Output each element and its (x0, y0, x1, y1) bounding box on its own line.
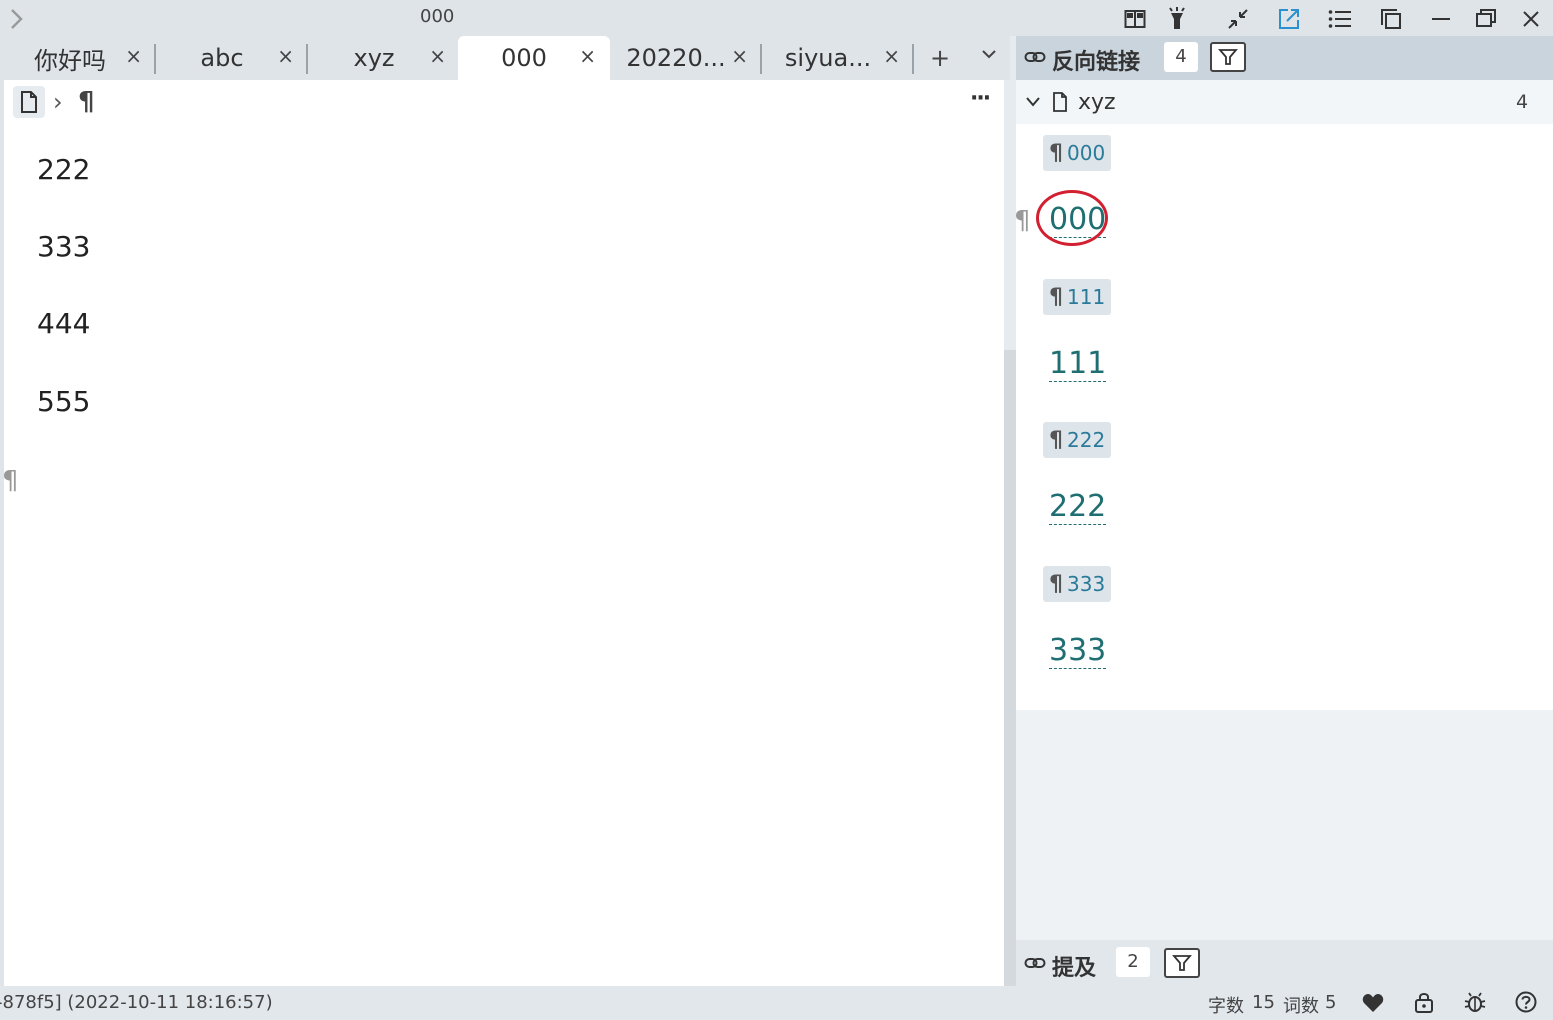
close-icon[interactable]: × (579, 44, 596, 68)
backlink-group[interactable]: xyz 4 (1016, 80, 1553, 124)
tab-list-chevron-icon[interactable] (980, 44, 998, 68)
block-ref-link[interactable]: 222 (1049, 490, 1107, 525)
breadcrumb-block[interactable]: ¶ (78, 87, 95, 117)
backlinks-title: 反向链接 (1052, 50, 1141, 75)
copy-window-icon[interactable] (1378, 6, 1404, 32)
heart-icon[interactable] (1362, 993, 1384, 1017)
tab-xyz[interactable]: xyz × (308, 36, 460, 80)
title-bar: 000 (0, 0, 1553, 36)
minimize-icon[interactable] (1428, 6, 1454, 32)
backlink-breadcrumb[interactable]: ¶ 000 (1043, 135, 1112, 171)
mentions-count: 2 (1116, 947, 1150, 977)
help-icon[interactable] (1515, 991, 1537, 1017)
close-window-icon[interactable] (1518, 6, 1544, 32)
add-tab-button[interactable]: + (930, 44, 950, 72)
mentions-header: 提及 2 (1016, 940, 1553, 986)
flashlight-icon[interactable] (1164, 6, 1190, 32)
close-icon[interactable]: × (883, 44, 900, 68)
collapse-icon[interactable] (1225, 6, 1251, 32)
backlinks-list (1016, 80, 1553, 710)
highlight-circle (1036, 190, 1108, 246)
paragraph[interactable]: 222 (37, 153, 90, 186)
link-icon (1024, 46, 1046, 72)
close-icon[interactable]: × (277, 44, 294, 68)
block-marker-icon[interactable]: ¶ (1014, 206, 1031, 236)
more-options-button[interactable]: ··· (970, 86, 991, 111)
backlinks-header: 反向链接 4 (1016, 36, 1553, 80)
chevron-down-icon[interactable] (1024, 94, 1042, 114)
block-ref-link[interactable]: 111 (1049, 347, 1107, 382)
mentions-title: 提及 (1052, 956, 1097, 981)
scrollbar-thumb[interactable] (1004, 350, 1016, 986)
paragraph[interactable]: 444 (37, 307, 90, 340)
close-icon[interactable]: × (731, 44, 748, 68)
char-count: 15 (1252, 992, 1275, 1013)
tab-20220[interactable]: 20220... × (610, 36, 762, 80)
char-count-label: 字数 (1208, 996, 1244, 1017)
word-count: 5 (1325, 992, 1337, 1013)
backlinks-count: 4 (1164, 42, 1198, 72)
close-icon[interactable]: × (429, 44, 446, 68)
tab-siyuan[interactable]: siyua... × (762, 36, 914, 80)
link-icon (1024, 952, 1046, 978)
bug-icon[interactable] (1464, 991, 1486, 1017)
outline-list-icon[interactable] (1327, 6, 1353, 32)
document-icon[interactable] (13, 86, 45, 118)
lock-icon[interactable] (1414, 991, 1434, 1017)
tab-abc[interactable]: abc × (156, 36, 308, 80)
tab-nihaoma[interactable]: 你好吗 × (4, 36, 156, 80)
expand-sidebar-icon[interactable] (4, 6, 30, 32)
paragraph[interactable]: 555 (37, 385, 90, 418)
word-count-label: 词数 (1283, 996, 1319, 1017)
editor[interactable] (4, 80, 1004, 986)
readonly-mode-icon[interactable] (1122, 6, 1148, 32)
document-icon (1052, 92, 1068, 116)
backlink-breadcrumb[interactable]: ¶ 111 (1043, 279, 1112, 315)
close-icon[interactable]: × (125, 44, 142, 68)
restore-icon[interactable] (1473, 6, 1499, 32)
filter-icon[interactable] (1210, 42, 1246, 72)
status-bar: -878f5] (2022-10-11 18:16:57) 字数 15 词数 5 (0, 986, 1553, 1020)
filter-icon[interactable] (1164, 948, 1200, 978)
group-name: xyz (1078, 90, 1116, 115)
open-in-new-window-icon[interactable] (1276, 6, 1302, 32)
breadcrumb-separator: › (53, 88, 63, 116)
tab-separator (912, 44, 914, 74)
backlink-breadcrumb[interactable]: ¶ 333 (1043, 566, 1112, 602)
paragraph[interactable]: 333 (37, 230, 90, 263)
group-count: 4 (1516, 91, 1529, 113)
tab-000[interactable]: 000 × (458, 36, 610, 80)
block-ref-link[interactable]: 333 (1049, 634, 1107, 669)
backlink-breadcrumb[interactable]: ¶ 222 (1043, 422, 1112, 458)
doc-info: -878f5] (2022-10-11 18:16:57) (0, 992, 273, 1013)
block-marker-icon[interactable]: ¶ (2, 466, 19, 496)
tab-bar: 你好吗 × abc × xyz × 000 × 20220... × siyua… (0, 36, 1010, 80)
